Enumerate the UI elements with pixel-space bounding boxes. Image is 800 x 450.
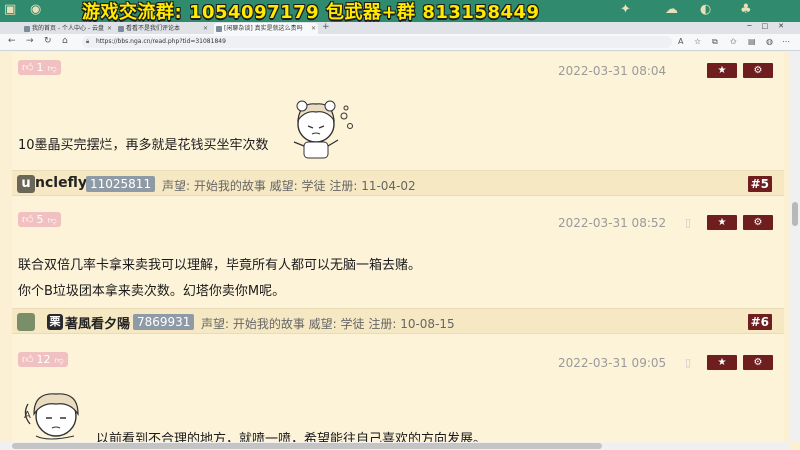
device-phone-icon: ▯ [685, 356, 692, 369]
url-text: https://bbs.nga.cn/read.php?tid=31081849 [96, 38, 226, 45]
tab[interactable]: 看看不是我们评论本 ✕ [116, 23, 210, 34]
menu-icon[interactable]: ⋯ [782, 37, 790, 46]
gear-icon: ⚙ [753, 217, 763, 228]
decor-icon: ◐ [700, 2, 712, 17]
star-button[interactable]: ★ [707, 63, 737, 78]
home-icon[interactable]: ⌂ [62, 36, 68, 46]
device-phone-icon: ▯ [685, 216, 692, 229]
camera-icon: ▣ [4, 2, 17, 17]
eye-icon: ◉ [30, 2, 42, 17]
back-icon[interactable]: ← [8, 36, 16, 46]
scroll-thumb[interactable] [12, 443, 602, 449]
anime-sticker: A [24, 393, 79, 440]
post: 👍︎ 5 👎︎ 2022-03-31 08:52 ▯ ★ ⚙ 联合双倍几率卡拿来卖我… [12, 196, 784, 308]
post-date: 2022-03-31 09:05 [558, 356, 667, 370]
extensions-icon[interactable]: ⧉ [712, 37, 718, 47]
user-id-badge[interactable]: 11025811 [86, 176, 156, 192]
thumbs-up-icon[interactable]: 👍︎ [22, 213, 34, 226]
stream-overlay-banner: ▣ ◉ 游戏交流群: 1054097179 包武器+群 813158449 ✦ … [0, 0, 800, 22]
user-id-badge[interactable]: 7869931 [133, 314, 195, 330]
user-meta: 声望: 开始我的故事 威望: 学徒 注册: 10-08-15 [201, 317, 455, 331]
star-button[interactable]: ★ [707, 215, 737, 230]
favorites-icon[interactable]: ✩ [730, 37, 737, 46]
translate-icon[interactable]: A [678, 37, 683, 46]
profile-icon[interactable]: ◍ [766, 37, 773, 46]
close-icon[interactable]: ✕ [107, 23, 112, 34]
post-date: 2022-03-31 08:04 [558, 64, 667, 78]
site-icon [118, 26, 124, 32]
decor-icon: ♣ [740, 2, 752, 17]
user-info-bar: u nclefly 11025811 声望: 开始我的故事 威望: 学徒 注册:… [12, 170, 784, 196]
username[interactable]: nclefly [35, 175, 87, 191]
star-icon: ★ [717, 357, 727, 368]
user-icon-badge: 栗 [47, 314, 63, 330]
close-icon[interactable]: ✕ [203, 23, 208, 34]
thumbs-down-icon[interactable]: 👎︎ [48, 216, 57, 226]
site-icon [216, 26, 222, 32]
user-info-bar: 栗 著風看夕陽 7869931 声望: 开始我的故事 威望: 学徒 注册: 10… [12, 308, 784, 334]
new-tab-button[interactable]: + [322, 22, 330, 32]
address-bar: ← → ↻ ⌂ 🔒︎ https://bbs.nga.cn/read.php?t… [0, 34, 800, 51]
decor-icon: ☁ [665, 2, 678, 17]
gear-icon: ⚙ [753, 357, 763, 368]
post-text: 10墨晶买完摆烂，再多就是花钱买坐牢次数 [18, 138, 269, 153]
lock-icon: 🔒︎ [86, 38, 90, 45]
username[interactable]: 著風看夕陽 [65, 313, 130, 332]
star-icon: ★ [717, 65, 727, 76]
thumbs-down-icon[interactable]: 👎︎ [55, 356, 64, 366]
collections-icon[interactable]: ▤ [748, 37, 756, 46]
window-controls[interactable]: ─□✕ [747, 22, 794, 30]
svg-text:A: A [24, 410, 31, 421]
vote-count: 12 [36, 353, 51, 366]
vote-button[interactable]: 👍︎ 12 👎︎ [18, 352, 68, 367]
anime-sticker [293, 100, 353, 159]
site-icon [24, 26, 30, 32]
tab-label: 我的首页 - 个人中心 - 云盘 [32, 25, 104, 32]
horizontal-scrollbar[interactable] [0, 442, 790, 450]
vote-count: 1 [36, 61, 44, 74]
vote-button[interactable]: 👍︎ 5 👎︎ [18, 212, 61, 227]
gear-icon: ⚙ [753, 65, 763, 76]
post-date: 2022-03-31 08:52 [558, 216, 667, 230]
post: 👍︎ 12 👎︎ 2022-03-31 09:05 ▯ ★ ⚙ A 以前看到不合理的… [12, 334, 784, 442]
vote-count: 5 [36, 213, 44, 226]
settings-button[interactable]: ⚙ [743, 215, 773, 230]
post-text: 你个B垃圾团本拿来卖次数。幻塔你卖你M呢。 [18, 284, 286, 299]
settings-button[interactable]: ⚙ [743, 63, 773, 78]
avatar[interactable]: u [17, 175, 35, 193]
tab-active[interactable]: [闲聊杂谈] 真实是就这么贵吗 ✕ [214, 23, 318, 34]
avatar[interactable] [17, 313, 35, 331]
thread-content: 👍︎ 1 👎︎ 2022-03-31 08:04 ★ ⚙ 10墨晶买完摆烂，再多就是… [0, 52, 790, 442]
url-field[interactable]: 🔒︎ https://bbs.nga.cn/read.php?tid=31081… [82, 36, 672, 48]
close-icon[interactable]: ✕ [311, 23, 316, 34]
tab[interactable]: 我的首页 - 个人中心 - 云盘 ✕ [22, 23, 114, 34]
forward-icon[interactable]: → [26, 36, 34, 46]
tab-label: 看看不是我们评论本 [126, 25, 181, 32]
refresh-icon[interactable]: ↻ [44, 36, 52, 46]
tab-bar: 我的首页 - 个人中心 - 云盘 ✕ 看看不是我们评论本 ✕ [闲聊杂谈] 真实… [0, 22, 800, 34]
overlay-text: 游戏交流群: 1054097179 包武器+群 813158449 [82, 2, 540, 22]
post-text: 联合双倍几率卡拿来卖我可以理解，毕竟所有人都可以无脑一箱去赌。 [18, 258, 422, 273]
post: 👍︎ 1 👎︎ 2022-03-31 08:04 ★ ⚙ 10墨晶买完摆烂，再多就是… [12, 52, 784, 170]
thumbs-up-icon[interactable]: 👍︎ [22, 61, 34, 74]
star-button[interactable]: ★ [707, 355, 737, 370]
bookmark-star-icon[interactable]: ☆ [694, 37, 701, 46]
settings-button[interactable]: ⚙ [743, 355, 773, 370]
floor-number[interactable]: #6 [747, 314, 772, 330]
star-icon: ★ [717, 217, 727, 228]
tab-label: [闲聊杂谈] 真实是就这么贵吗 [224, 25, 303, 32]
vote-button[interactable]: 👍︎ 1 👎︎ [18, 60, 61, 75]
scroll-thumb[interactable] [792, 202, 798, 226]
thumbs-up-icon[interactable]: 👍︎ [22, 353, 34, 366]
floor-number[interactable]: #5 [747, 176, 772, 192]
thumbs-down-icon[interactable]: 👎︎ [48, 64, 57, 74]
vertical-scrollbar[interactable] [790, 52, 800, 442]
user-meta: 声望: 开始我的故事 威望: 学徒 注册: 11-04-02 [162, 179, 416, 193]
decor-icon: ✦ [620, 2, 631, 17]
post-text: 以前看到不合理的地方，就喷一喷，希望能往自己喜欢的方向发展。 [96, 432, 487, 442]
